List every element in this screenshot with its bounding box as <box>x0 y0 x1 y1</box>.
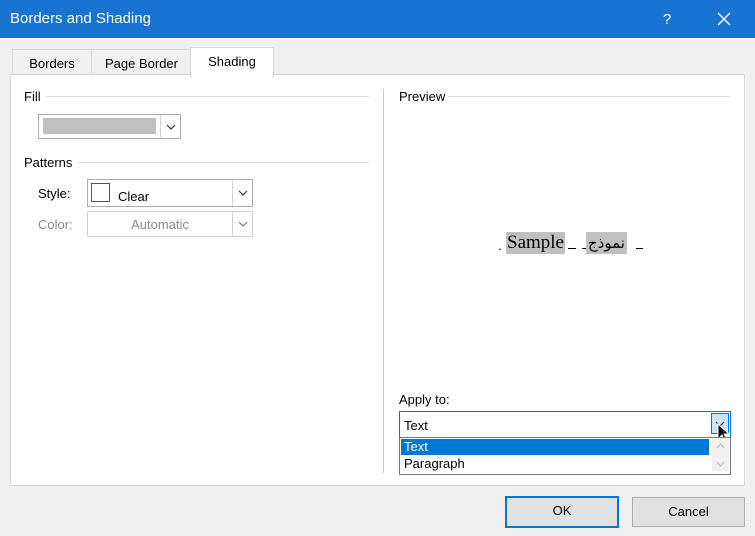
help-button[interactable]: ? <box>652 0 682 38</box>
fill-color-swatch <box>43 118 156 134</box>
ok-button[interactable]: OK <box>505 496 619 528</box>
window-title: Borders and Shading <box>10 10 151 27</box>
style-label: Style: <box>38 186 71 201</box>
preview-divider <box>448 96 730 97</box>
fill-dropdown-button[interactable] <box>160 115 180 138</box>
style-dropdown-button[interactable] <box>232 180 252 206</box>
tab-borders-label: Borders <box>29 56 75 71</box>
tab-shading[interactable]: Shading <box>190 47 274 77</box>
pattern-color-dropdown-button[interactable] <box>232 212 252 236</box>
help-icon: ? <box>662 10 672 28</box>
preview-space-mark <box>636 248 643 249</box>
scroll-down-icon[interactable] <box>716 461 725 467</box>
tab-shading-label: Shading <box>208 54 256 69</box>
color-label: Color: <box>38 217 73 232</box>
pattern-color-value: Automatic <box>131 217 189 232</box>
fill-color-combo[interactable] <box>38 114 181 139</box>
close-icon <box>717 12 731 26</box>
tab-borders[interactable]: Borders <box>12 49 92 76</box>
apply-to-value: Text <box>404 418 428 433</box>
tab-page-border[interactable]: Page Border <box>91 49 192 76</box>
scroll-up-icon[interactable] <box>716 443 725 449</box>
preview-sample: . Sample نموذج <box>498 232 648 256</box>
apply-to-combo[interactable]: Text <box>399 411 731 438</box>
cancel-button[interactable]: Cancel <box>632 497 745 527</box>
pattern-color-combo[interactable]: Automatic <box>87 211 253 237</box>
chevron-down-icon <box>166 124 175 130</box>
fill-divider <box>46 96 369 97</box>
preview-sample-word: Sample <box>506 232 565 254</box>
close-button[interactable] <box>706 0 742 38</box>
listbox-scrollbar[interactable] <box>712 439 729 471</box>
chevron-down-icon <box>238 221 247 227</box>
chevron-down-icon <box>238 190 247 196</box>
preview-arabic-word: نموذج <box>586 232 627 254</box>
style-combo[interactable]: Clear <box>87 179 253 207</box>
apply-to-listbox[interactable]: Text Paragraph <box>399 437 731 475</box>
title-bar: Borders and Shading ? <box>0 0 755 38</box>
style-swatch <box>91 183 110 202</box>
fill-group-label: Fill <box>24 89 41 104</box>
preview-label: Preview <box>399 89 446 104</box>
panel-separator <box>383 89 384 473</box>
apply-to-label: Apply to: <box>399 392 450 407</box>
preview-space-mark <box>568 248 576 249</box>
patterns-divider <box>78 162 369 163</box>
patterns-group-label: Patterns <box>24 155 73 170</box>
tab-page-border-label: Page Border <box>105 56 178 71</box>
preview-period: . <box>498 238 502 253</box>
list-item-text[interactable]: Text <box>401 439 709 455</box>
style-value: Clear <box>118 189 150 204</box>
list-item-paragraph[interactable]: Paragraph <box>401 456 709 472</box>
